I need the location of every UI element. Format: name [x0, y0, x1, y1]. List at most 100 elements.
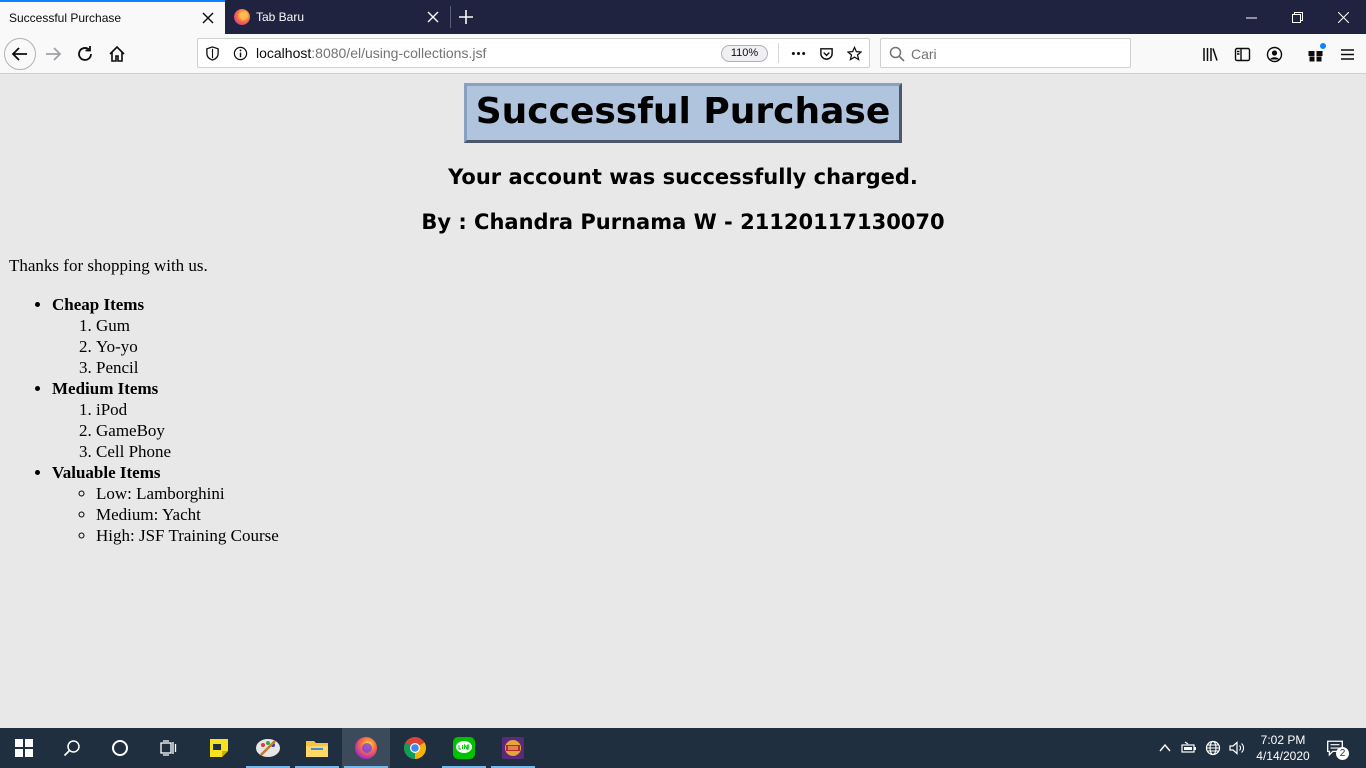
sidebar-icon[interactable] — [1231, 43, 1253, 65]
category-label: Medium Items — [52, 379, 159, 398]
list-item: iPod — [96, 399, 279, 420]
line-icon — [453, 737, 475, 759]
reload-button[interactable] — [69, 38, 101, 70]
list-item: Cheap Items Gum Yo-yo Pencil — [52, 294, 279, 378]
line-app[interactable] — [440, 728, 488, 768]
search-input[interactable] — [911, 45, 1121, 63]
game-app[interactable] — [489, 728, 537, 768]
hamburger-menu-icon[interactable] — [1336, 43, 1358, 65]
new-tab-button[interactable] — [451, 0, 481, 34]
list-item: Valuable Items Low: Lamborghini Medium: … — [52, 462, 279, 546]
cortana-button[interactable] — [96, 728, 144, 768]
address-bar[interactable]: localhost:8080/el/using-collections.jsf … — [197, 38, 870, 68]
firefox-app[interactable] — [342, 728, 390, 768]
extensions-icon[interactable] — [1304, 43, 1326, 65]
file-explorer-app[interactable] — [293, 728, 341, 768]
action-center-icon[interactable]: 2 — [1323, 738, 1349, 760]
zoom-level-badge[interactable]: 110% — [721, 45, 768, 62]
category-label: Valuable Items — [52, 463, 161, 482]
list-item: Cell Phone — [96, 441, 279, 462]
restore-button[interactable] — [1274, 0, 1320, 34]
list-item: Yo-yo — [96, 336, 279, 357]
windows-logo-icon — [15, 739, 33, 757]
minimize-button[interactable] — [1228, 0, 1274, 34]
charge-confirmation-heading: Your account was successfully charged. — [448, 165, 918, 189]
account-icon[interactable] — [1263, 43, 1285, 65]
close-window-button[interactable] — [1320, 0, 1366, 34]
battery-icon[interactable] — [1179, 738, 1199, 758]
item-list: iPod GameBoy Cell Phone — [52, 399, 279, 462]
url-text[interactable]: localhost:8080/el/using-collections.jsf — [256, 45, 486, 61]
page-content: Successful Purchase Your account was suc… — [0, 74, 1366, 728]
firefox-icon — [355, 737, 377, 759]
list-item: Medium: Yacht — [96, 504, 279, 525]
url-path: :8080/el/using-collections.jsf — [311, 45, 487, 61]
game-icon — [502, 737, 524, 759]
firefox-icon — [234, 9, 250, 25]
folder-icon — [306, 741, 328, 757]
paint-palette-icon — [256, 739, 280, 757]
sticky-notes-app[interactable] — [195, 728, 243, 768]
paint-app[interactable] — [244, 728, 292, 768]
tab-successful-purchase[interactable]: Successful Purchase — [0, 0, 225, 34]
item-list: Gum Yo-yo Pencil — [52, 315, 279, 378]
info-icon[interactable] — [232, 45, 248, 61]
notification-count-badge: 2 — [1336, 747, 1349, 760]
task-view-button[interactable] — [144, 728, 192, 768]
arrow-right-icon — [46, 47, 62, 61]
clock-time: 7:02 PM — [1260, 733, 1306, 747]
speaker-icon[interactable] — [1227, 738, 1247, 758]
close-tab-icon[interactable] — [191, 1, 225, 35]
network-globe-icon[interactable] — [1203, 738, 1223, 758]
library-icon[interactable] — [1199, 43, 1221, 65]
list-item: Pencil — [96, 357, 279, 378]
tab-strip: Successful Purchase Tab Baru — [0, 0, 1366, 34]
arrow-left-icon — [11, 47, 27, 61]
windows-taskbar: 7:02 PM 4/14/2020 2 — [0, 728, 1366, 768]
list-item: Low: Lamborghini — [96, 483, 279, 504]
category-label: Cheap Items — [52, 295, 145, 314]
item-list: Low: Lamborghini Medium: Yacht High: JSF… — [52, 483, 279, 546]
home-button[interactable] — [101, 38, 133, 70]
chevron-up-icon[interactable] — [1155, 738, 1175, 758]
thanks-message: Thanks for shopping with us. — [9, 256, 208, 275]
search-bar[interactable] — [880, 38, 1131, 68]
taskbar-clock[interactable]: 7:02 PM 4/14/2020 — [1248, 732, 1318, 764]
notification-dot — [1320, 43, 1326, 49]
tab-title: Tab Baru — [256, 10, 305, 24]
navigation-toolbar: localhost:8080/el/using-collections.jsf … — [0, 34, 1366, 74]
list-item: High: JSF Training Course — [96, 525, 279, 546]
url-divider — [778, 43, 779, 63]
close-tab-icon[interactable] — [416, 0, 450, 34]
title-wrapper: Successful Purchase — [0, 83, 1366, 143]
tab-tab-baru[interactable]: Tab Baru — [225, 0, 450, 34]
tab-title: Successful Purchase — [9, 11, 122, 25]
page-actions-icon[interactable] — [790, 45, 806, 61]
list-item: Gum — [96, 315, 279, 336]
plus-icon — [459, 10, 473, 24]
minimize-icon — [1245, 17, 1257, 18]
url-host: localhost — [256, 45, 312, 61]
task-view-icon — [160, 740, 177, 756]
close-icon — [1337, 11, 1349, 23]
category-list: Cheap Items Gum Yo-yo Pencil Medium Item… — [52, 294, 279, 546]
taskbar-search-button[interactable] — [48, 728, 96, 768]
back-button[interactable] — [4, 38, 36, 70]
bookmark-star-icon[interactable] — [846, 45, 862, 61]
start-button[interactable] — [0, 728, 48, 768]
chrome-app[interactable] — [391, 728, 439, 768]
sticky-notes-icon — [210, 739, 228, 757]
search-icon — [63, 740, 80, 757]
clock-date: 4/14/2020 — [1256, 749, 1310, 763]
author-byline: By : Chandra Purnama W - 21120117130070 — [421, 210, 945, 234]
restore-icon — [1291, 11, 1303, 23]
pocket-icon[interactable] — [818, 45, 834, 61]
reload-icon — [78, 46, 92, 61]
list-item: GameBoy — [96, 420, 279, 441]
forward-button[interactable] — [37, 38, 69, 70]
page-title: Successful Purchase — [463, 83, 903, 143]
shield-icon[interactable] — [204, 45, 220, 61]
list-item: Medium Items iPod GameBoy Cell Phone — [52, 378, 279, 462]
search-icon — [889, 46, 905, 62]
chrome-icon — [404, 737, 426, 759]
